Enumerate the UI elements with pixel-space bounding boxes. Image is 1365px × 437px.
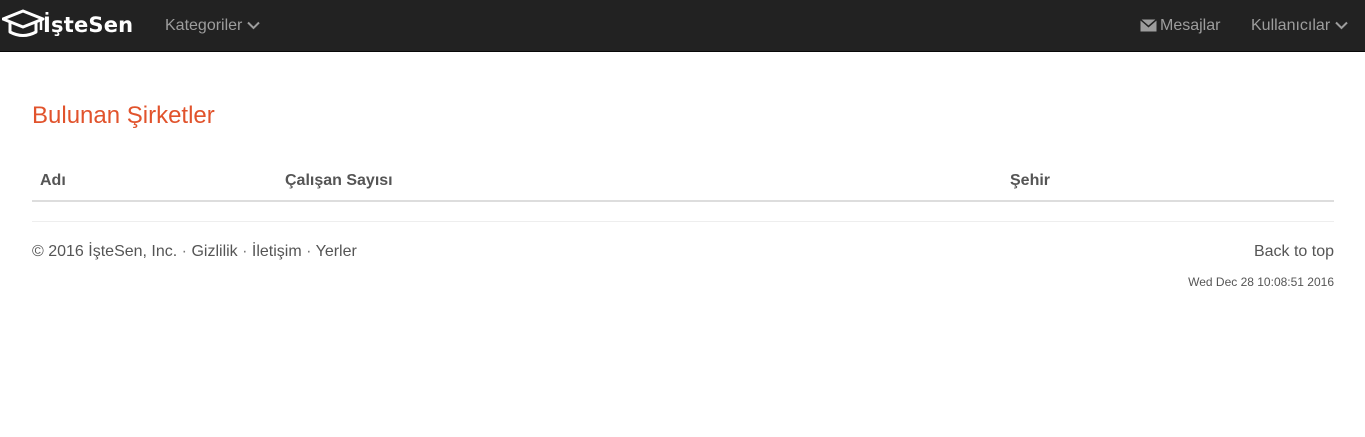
graduation-cap-icon — [2, 8, 46, 42]
footer-link-iletisim[interactable]: İletişim — [252, 243, 302, 260]
nav-kategoriler-dropdown[interactable]: Kategoriler — [165, 0, 261, 51]
column-header-calisan-sayisi: Çalışan Sayısı — [285, 172, 393, 189]
brand-name: İşteSen — [43, 13, 134, 37]
nav-mesajlar-link[interactable]: Mesajlar — [1140, 0, 1220, 51]
column-header-adi: Adı — [40, 172, 66, 189]
footer-copyright-line: © 2016 İşteSen, Inc. · Gizlilik · İletiş… — [32, 243, 357, 261]
column-header-sehir: Şehir — [1010, 172, 1051, 189]
back-to-top-link[interactable]: Back to top — [1254, 243, 1334, 261]
envelope-icon — [1140, 19, 1157, 32]
footer-separator: · — [306, 243, 312, 260]
footer-separator: · — [181, 243, 187, 260]
nav-kullanicilar-label: Kullanıcılar — [1251, 16, 1331, 34]
companies-table: Adı Çalışan Sayısı Şehir — [32, 164, 1334, 202]
nav-mesajlar-label: Mesajlar — [1160, 16, 1221, 34]
footer-separator: · — [242, 243, 248, 260]
footer-timestamp: Wed Dec 28 10:08:51 2016 — [1188, 275, 1334, 289]
copyright-text: © 2016 İşteSen, Inc. — [32, 243, 178, 260]
footer-link-yerler[interactable]: Yerler — [316, 243, 357, 260]
footer-link-gizlilik[interactable]: Gizlilik — [191, 243, 237, 260]
page-title: Bulunan Şirketler — [32, 102, 215, 129]
nav-kategoriler-label: Kategoriler — [165, 16, 243, 34]
navbar: İşteSen Kategoriler Mesajlar Kullanıcıla… — [0, 0, 1365, 52]
chevron-down-icon — [1335, 21, 1348, 30]
chevron-down-icon — [247, 21, 261, 30]
nav-kullanicilar-dropdown[interactable]: Kullanıcılar — [1251, 0, 1348, 51]
brand-link[interactable]: İşteSen — [2, 8, 133, 42]
footer-divider — [32, 221, 1334, 222]
